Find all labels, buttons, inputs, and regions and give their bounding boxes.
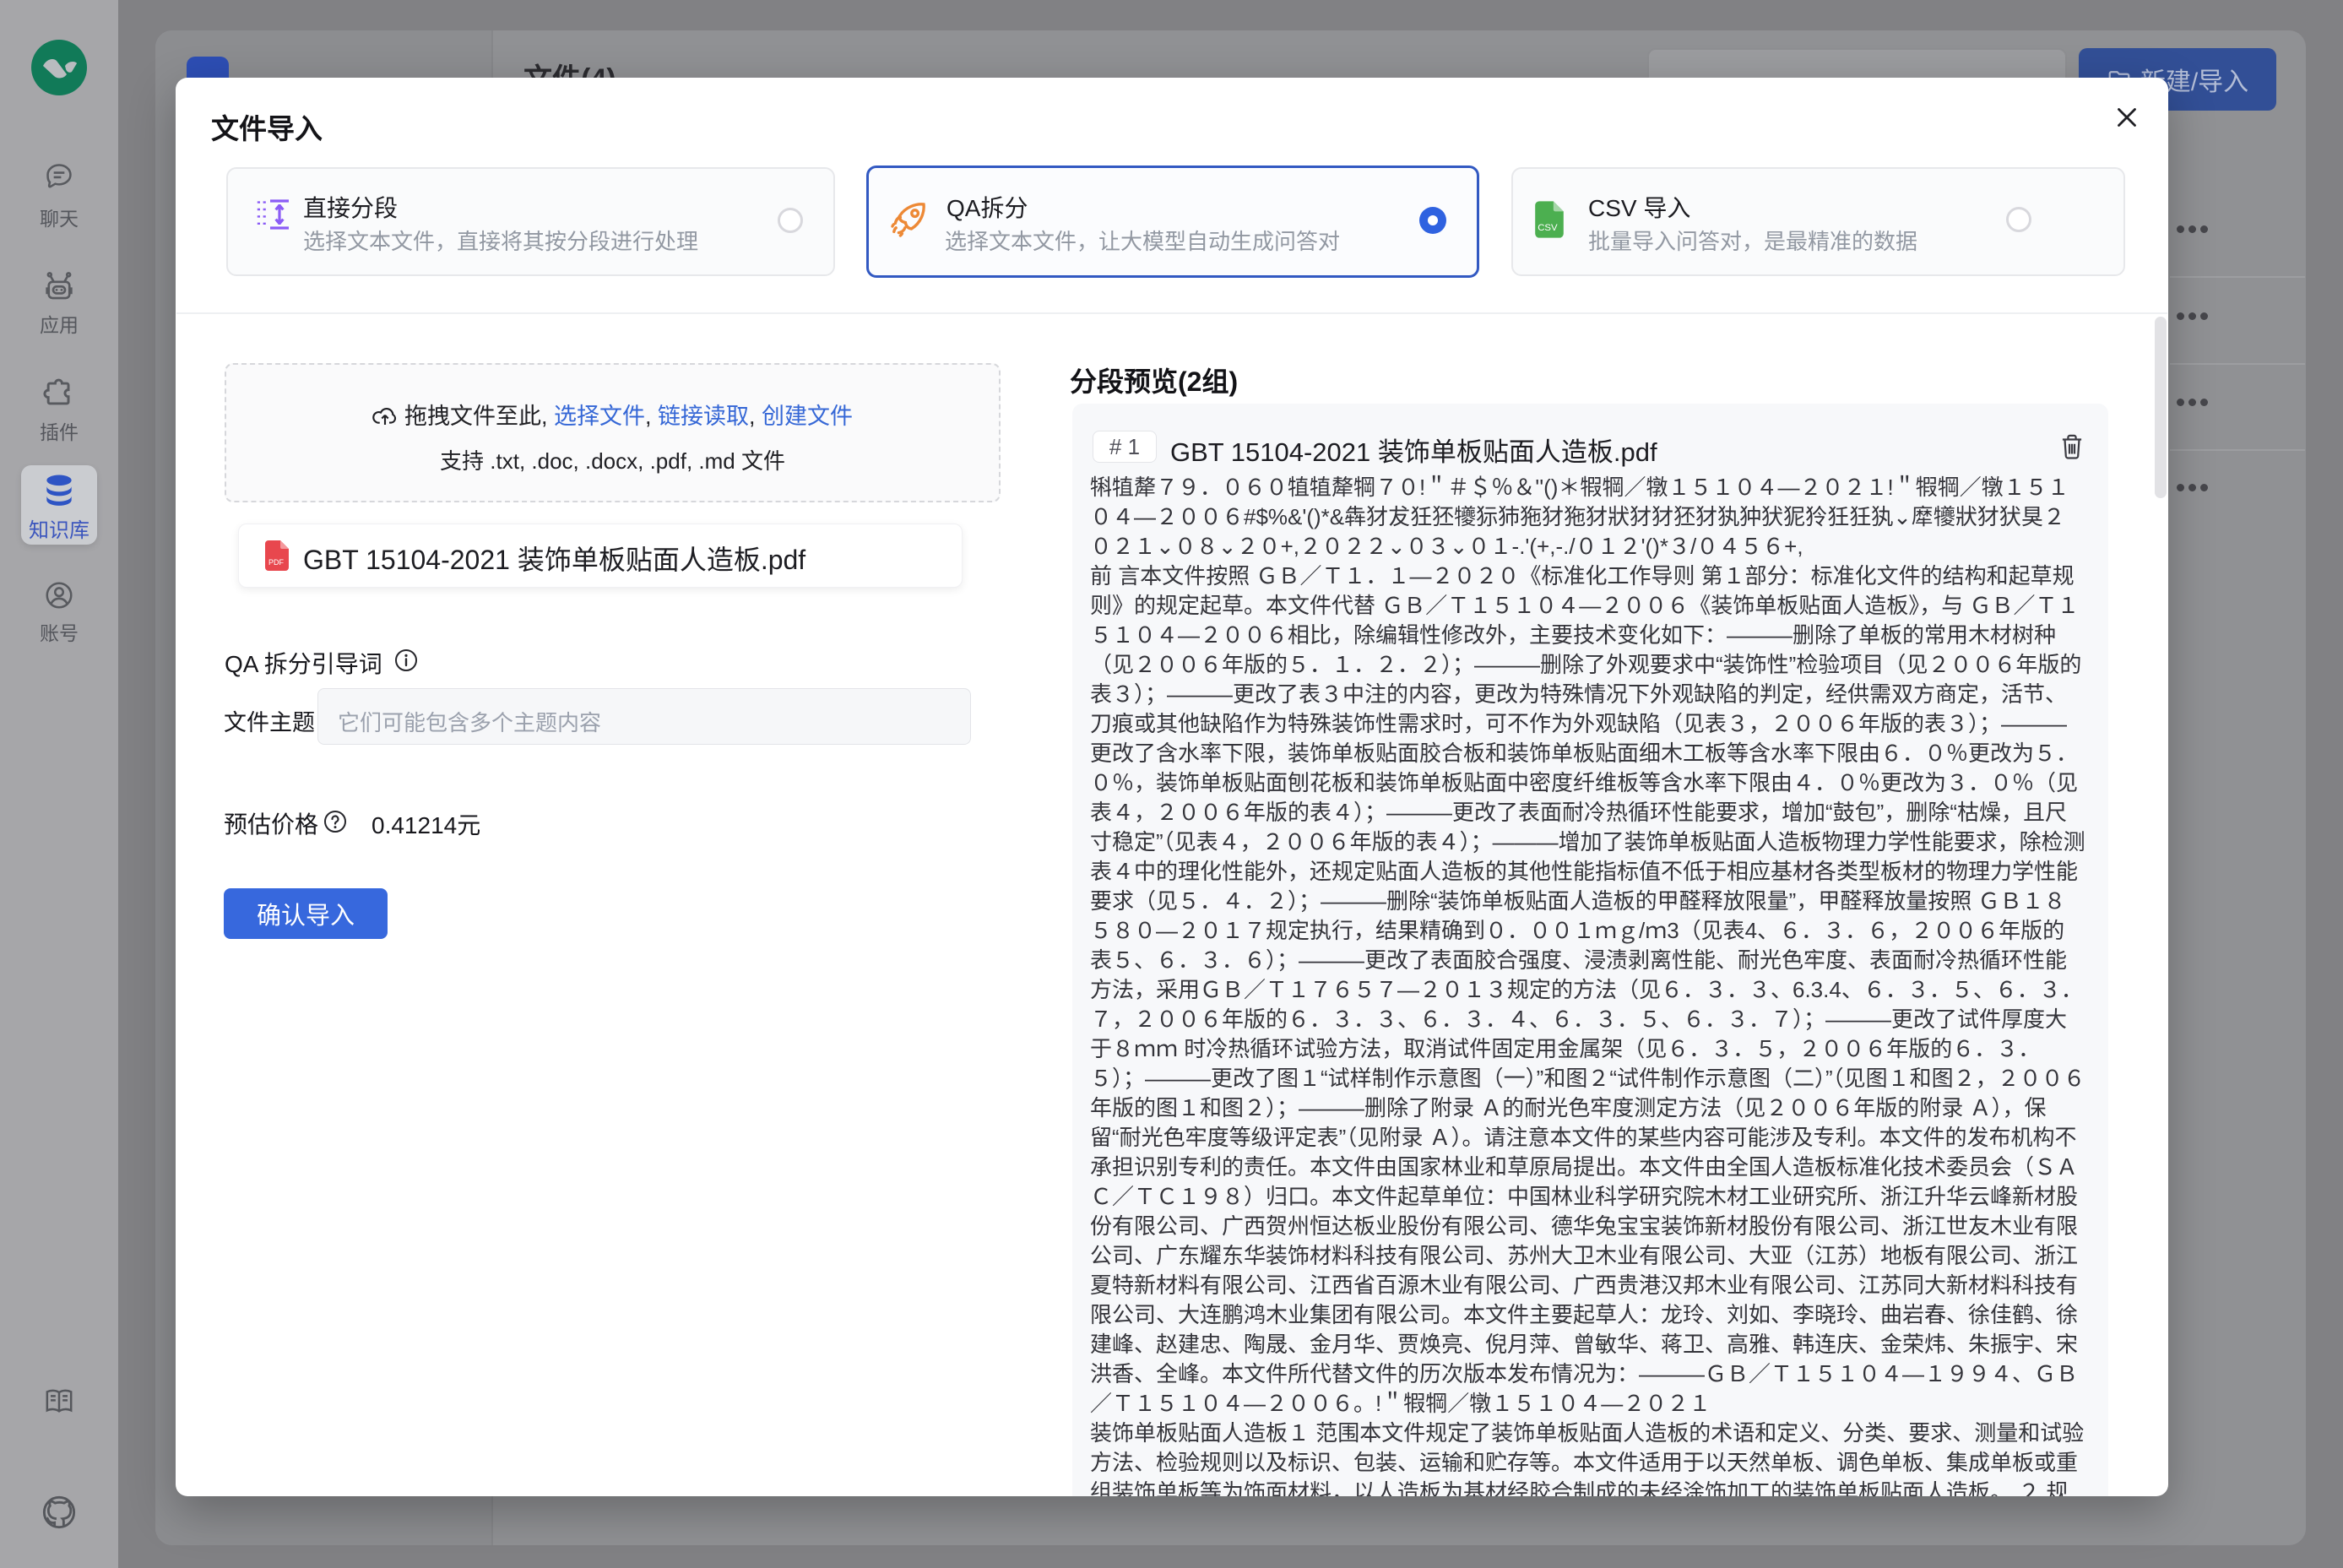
svg-text:PDF: PDF: [268, 558, 285, 567]
svg-text:CSV: CSV: [1538, 223, 1558, 233]
